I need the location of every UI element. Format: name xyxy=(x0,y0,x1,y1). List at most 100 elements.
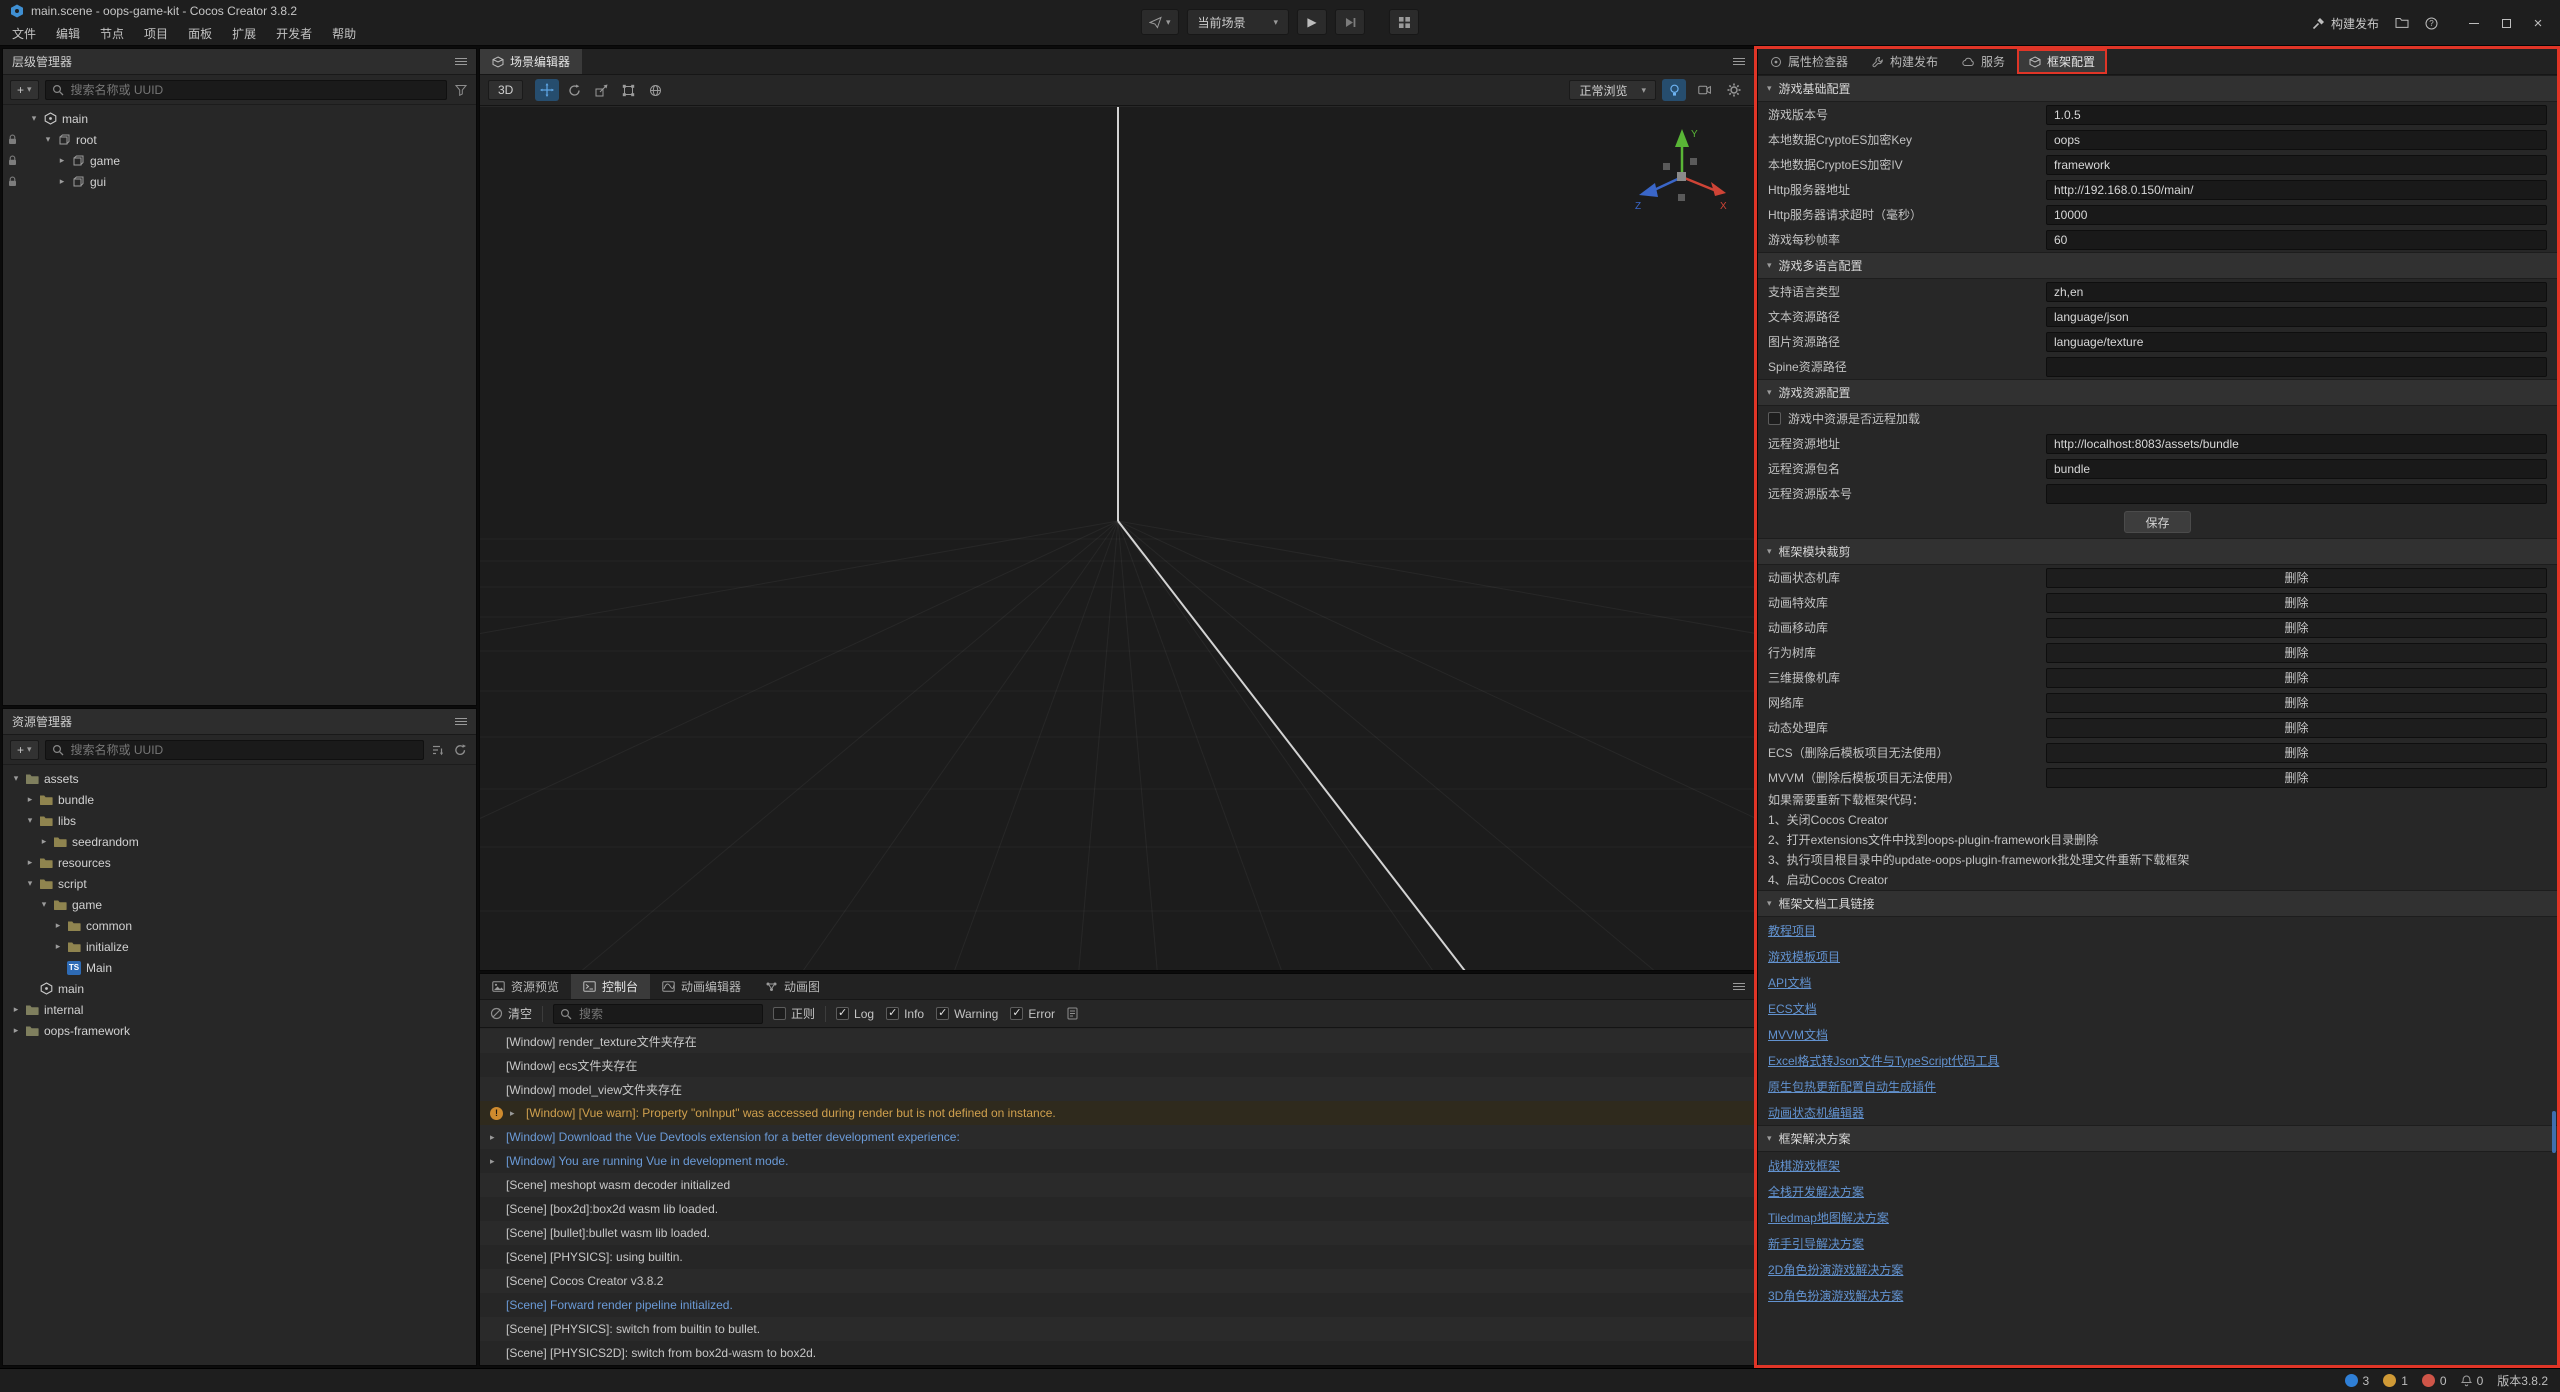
axis-gizmo[interactable]: Y X Z xyxy=(1632,121,1732,225)
solution-link[interactable]: Tiledmap地图解决方案 xyxy=(1768,1209,1889,1226)
sort-icon[interactable] xyxy=(430,744,446,756)
layout-button[interactable] xyxy=(1389,9,1419,35)
scene-settings-gear-icon[interactable] xyxy=(1722,79,1746,101)
property-input[interactable] xyxy=(2046,332,2547,352)
assets-node-libs[interactable]: ▾libs xyxy=(3,810,476,831)
assets-node-resources[interactable]: ▸resources xyxy=(3,852,476,873)
scale-tool[interactable] xyxy=(589,79,613,101)
delete-module-button[interactable]: 删除 xyxy=(2046,768,2547,788)
console-search-input[interactable] xyxy=(577,1006,756,1022)
log-row[interactable]: [Window] render_texture文件夹存在 xyxy=(480,1029,1754,1053)
menu-item-6[interactable]: 开发者 xyxy=(266,23,322,45)
menu-item-2[interactable]: 节点 xyxy=(90,23,134,45)
minimize-button[interactable] xyxy=(2458,8,2490,38)
doc-link[interactable]: 游戏模板项目 xyxy=(1768,948,1840,965)
console-clear-button[interactable]: 清空 xyxy=(490,1005,532,1022)
log-row[interactable]: [Scene] [PHYSICS]: using builtin. xyxy=(480,1245,1754,1269)
log-row[interactable]: [Window] model_view文件夹存在 xyxy=(480,1077,1754,1101)
expand-arrow-icon[interactable]: ▸ xyxy=(9,1004,23,1015)
menu-item-1[interactable]: 编辑 xyxy=(46,23,90,45)
expand-arrow-icon[interactable]: ▸ xyxy=(37,836,51,847)
doc-link[interactable]: Excel格式转Json文件与TypeScript代码工具 xyxy=(1768,1052,1999,1069)
hierarchy-node-root[interactable]: ▾root xyxy=(3,129,476,150)
section-header[interactable]: ▾游戏多语言配置 xyxy=(1758,252,2557,279)
inspector-tab-3[interactable]: 框架配置 xyxy=(2017,49,2107,74)
expand-arrow-icon[interactable]: ▸ xyxy=(55,176,69,187)
inspector-tab-0[interactable]: 属性检查器 xyxy=(1758,49,1860,74)
property-input[interactable] xyxy=(2046,105,2547,125)
maximize-button[interactable] xyxy=(2490,8,2522,38)
log-row[interactable]: [Scene] [PHYSICS2D]: switch from box2d-w… xyxy=(480,1341,1754,1365)
panel-menu-icon[interactable] xyxy=(1733,983,1745,990)
doc-link[interactable]: API文档 xyxy=(1768,974,1811,991)
warning-message-counter[interactable]: 1 xyxy=(2383,1374,2408,1388)
step-button[interactable] xyxy=(1335,9,1365,35)
property-input[interactable] xyxy=(2046,230,2547,250)
property-input[interactable] xyxy=(2046,434,2547,454)
delete-module-button[interactable]: 删除 xyxy=(2046,593,2547,613)
assets-node-common[interactable]: ▸common xyxy=(3,915,476,936)
error-message-counter[interactable]: 0 xyxy=(2422,1374,2447,1388)
section-header[interactable]: ▾框架模块裁剪 xyxy=(1758,538,2557,565)
doc-link[interactable]: ECS文档 xyxy=(1768,1000,1817,1017)
expand-chevron-icon[interactable]: ▸ xyxy=(490,1132,499,1143)
panel-menu-icon[interactable] xyxy=(455,718,467,725)
hierarchy-node-game[interactable]: ▸game xyxy=(3,150,476,171)
log-row[interactable]: [Scene] Forward render pipeline initiali… xyxy=(480,1293,1754,1317)
log-row[interactable]: ▸[Window] You are running Vue in develop… xyxy=(480,1149,1754,1173)
expand-arrow-icon[interactable]: ▸ xyxy=(51,941,65,952)
expand-chevron-icon[interactable]: ▸ xyxy=(490,1156,499,1167)
section-header[interactable]: ▾框架文档工具链接 xyxy=(1758,890,2557,917)
menu-item-0[interactable]: 文件 xyxy=(2,23,46,45)
filter-error[interactable]: Error xyxy=(1010,1007,1055,1021)
preview-platform-button[interactable]: ▾ xyxy=(1141,9,1179,35)
console-tab-3[interactable]: 动画图 xyxy=(753,974,832,999)
expand-arrow-icon[interactable]: ▾ xyxy=(9,773,23,784)
current-scene-select[interactable]: 当前场景 ▾ xyxy=(1186,9,1289,35)
create-asset-button[interactable]: +▾ xyxy=(10,740,39,760)
delete-module-button[interactable]: 删除 xyxy=(2046,618,2547,638)
assets-node-internal[interactable]: ▸internal xyxy=(3,999,476,1020)
console-tab-1[interactable]: 控制台 xyxy=(571,974,650,999)
log-row[interactable]: !▸[Window] [Vue warn]: Property "onInput… xyxy=(480,1101,1754,1125)
help-icon[interactable]: ? xyxy=(2425,17,2438,30)
rect-tool[interactable] xyxy=(616,79,640,101)
delete-module-button[interactable]: 删除 xyxy=(2046,568,2547,588)
doc-link[interactable]: 动画状态机编辑器 xyxy=(1768,1104,1864,1121)
inspector-tab-1[interactable]: 构建发布 xyxy=(1860,49,1950,74)
assets-node-initialize[interactable]: ▸initialize xyxy=(3,936,476,957)
close-button[interactable]: × xyxy=(2522,8,2554,38)
open-project-folder-icon[interactable] xyxy=(2395,17,2409,29)
menu-item-4[interactable]: 面板 xyxy=(178,23,222,45)
delete-module-button[interactable]: 删除 xyxy=(2046,693,2547,713)
filter-info[interactable]: Info xyxy=(886,1007,924,1021)
log-row[interactable]: ▸[Window] Download the Vue Devtools exte… xyxy=(480,1125,1754,1149)
refresh-icon[interactable] xyxy=(452,744,469,756)
hierarchy-node-gui[interactable]: ▸gui xyxy=(3,171,476,192)
property-input[interactable] xyxy=(2046,205,2547,225)
assets-node-Main[interactable]: TSMain xyxy=(3,957,476,978)
filter-log[interactable]: Log xyxy=(836,1007,874,1021)
solution-link[interactable]: 战棋游戏框架 xyxy=(1768,1157,1840,1174)
assets-node-main[interactable]: main xyxy=(3,978,476,999)
log-row[interactable]: [Scene] meshopt wasm decoder initialized xyxy=(480,1173,1754,1197)
panel-menu-icon[interactable] xyxy=(455,58,467,65)
play-button[interactable]: ▶ xyxy=(1297,9,1327,35)
property-input[interactable] xyxy=(2046,307,2547,327)
expand-chevron-icon[interactable]: ▸ xyxy=(510,1108,519,1119)
delete-module-button[interactable]: 删除 xyxy=(2046,743,2547,763)
menu-item-7[interactable]: 帮助 xyxy=(322,23,366,45)
assets-search-input[interactable] xyxy=(69,742,417,758)
scene-viewport[interactable]: Y X Z xyxy=(480,107,1754,970)
property-input[interactable] xyxy=(2046,282,2547,302)
info-message-counter[interactable]: 3 xyxy=(2345,1374,2370,1388)
console-tab-0[interactable]: 资源预览 xyxy=(480,974,571,999)
console-tab-2[interactable]: 动画编辑器 xyxy=(650,974,753,999)
hierarchy-search-input[interactable] xyxy=(69,82,440,98)
create-node-button[interactable]: +▾ xyxy=(10,80,39,100)
menu-item-5[interactable]: 扩展 xyxy=(222,23,266,45)
scene-camera-icon[interactable] xyxy=(1692,79,1716,101)
property-input[interactable] xyxy=(2046,130,2547,150)
assets-node-oops-framework[interactable]: ▸oops-framework xyxy=(3,1020,476,1041)
section-header[interactable]: ▾框架解决方案 xyxy=(1758,1125,2557,1152)
